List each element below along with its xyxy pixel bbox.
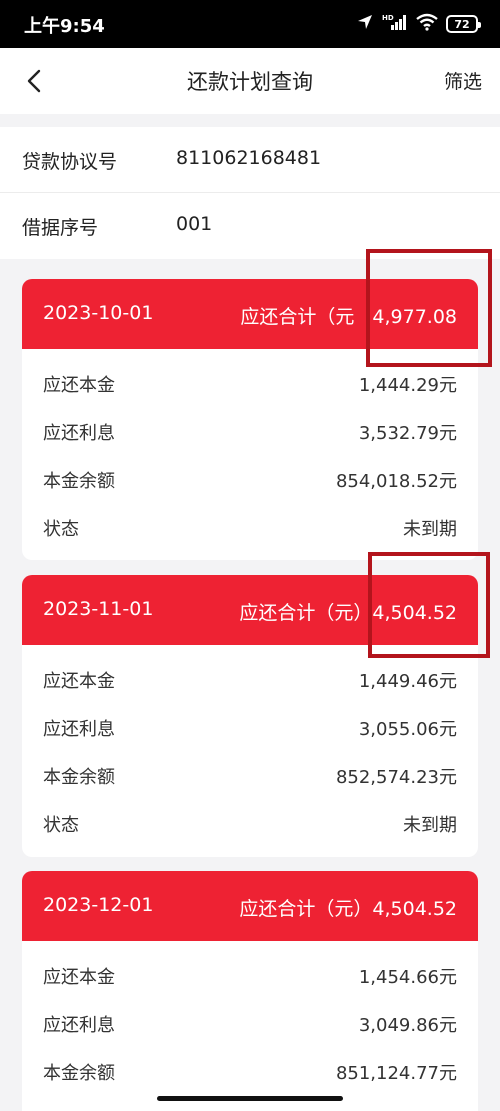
interest-value: 3,049.86元: [358, 1015, 457, 1036]
interest-value: 3,532.79元: [358, 423, 457, 444]
interest-label: 应还利息: [43, 719, 115, 740]
loan-info-card: 贷款协议号 811062168481 借据序号 001: [0, 127, 500, 259]
balance-label: 本金余额: [43, 471, 115, 492]
highlight-annotation-box: [366, 249, 492, 367]
balance-row: 本金余额 854,018.52元: [22, 455, 478, 503]
status-label: 状态: [43, 815, 79, 836]
plan-total-label: 应还合计（元: [240, 306, 355, 328]
balance-value: 851,124.77元: [335, 1063, 457, 1084]
interest-row: 应还利息 3,532.79元: [22, 407, 478, 455]
interest-label: 应还利息: [43, 1015, 115, 1036]
balance-value: 854,018.52元: [335, 471, 457, 492]
highlight-annotation-box: [368, 552, 490, 658]
status-row: 状态 未到期: [22, 799, 478, 847]
balance-label: 本金余额: [43, 767, 115, 788]
cellular-signal-icon: HD: [382, 13, 408, 35]
receipt-label: 借据序号: [22, 217, 99, 239]
status-time: 上午9:54: [24, 16, 105, 37]
principal-value: 1,444.29元: [358, 375, 457, 396]
status-bar: 上午9:54 HD 72: [0, 0, 500, 48]
principal-row: 应还本金 1,454.66元: [22, 951, 478, 999]
principal-label: 应还本金: [43, 375, 115, 396]
principal-value: 1,454.66元: [358, 967, 457, 988]
interest-label: 应还利息: [43, 423, 115, 444]
principal-label: 应还本金: [43, 671, 115, 692]
agreement-value: 811062168481: [176, 147, 322, 169]
status-label: 状态: [43, 519, 79, 540]
principal-label: 应还本金: [43, 967, 115, 988]
interest-value: 3,055.06元: [358, 719, 457, 740]
agreement-label: 贷款协议号: [22, 151, 118, 173]
location-icon: [356, 13, 374, 35]
balance-row: 本金余额 852,574.23元: [22, 751, 478, 799]
interest-row: 应还利息 3,049.86元: [22, 999, 478, 1047]
chevron-left-icon: [27, 69, 41, 93]
plan-total-label: 应还合计（元）: [239, 898, 373, 920]
balance-value: 852,574.23元: [335, 767, 457, 788]
interest-row: 应还利息 3,055.06元: [22, 703, 478, 751]
page-title: 还款计划查询: [187, 70, 313, 94]
plan-date: 2023-12-01: [43, 894, 154, 916]
plan-date: 2023-10-01: [43, 302, 154, 324]
home-indicator[interactable]: [157, 1096, 343, 1101]
plan-total-value: 4,504.52: [372, 898, 457, 920]
status-value: 未到期: [403, 519, 457, 540]
plan-total-label: 应还合计（元）: [239, 602, 373, 624]
nav-bar: 还款计划查询 筛选: [0, 48, 500, 114]
wifi-icon: [416, 13, 438, 35]
principal-row: 应还本金 1,449.46元: [22, 655, 478, 703]
receipt-value: 001: [176, 213, 213, 235]
network-type-label: HD: [382, 14, 394, 22]
principal-value: 1,449.46元: [358, 671, 457, 692]
repayment-plan-card[interactable]: 2023-12-01 应还合计（元）4,504.52 应还本金 1,454.66…: [22, 871, 478, 1111]
status-icons: HD 72: [356, 13, 481, 35]
back-button[interactable]: [18, 64, 52, 98]
battery-level: 72: [454, 17, 470, 31]
status-value: 未到期: [403, 815, 457, 836]
battery-icon: 72: [446, 15, 481, 33]
status-row: 状态 未到期: [22, 503, 478, 551]
plan-date: 2023-11-01: [43, 598, 154, 620]
plan-card-header: 2023-12-01 应还合计（元）4,504.52: [22, 871, 478, 941]
balance-row: 本金余额 851,124.77元: [22, 1047, 478, 1095]
plan-total: 应还合计（元）4,504.52: [239, 894, 457, 921]
filter-button[interactable]: 筛选: [444, 67, 482, 94]
balance-label: 本金余额: [43, 1063, 115, 1084]
agreement-row: 贷款协议号 811062168481: [0, 127, 500, 193]
